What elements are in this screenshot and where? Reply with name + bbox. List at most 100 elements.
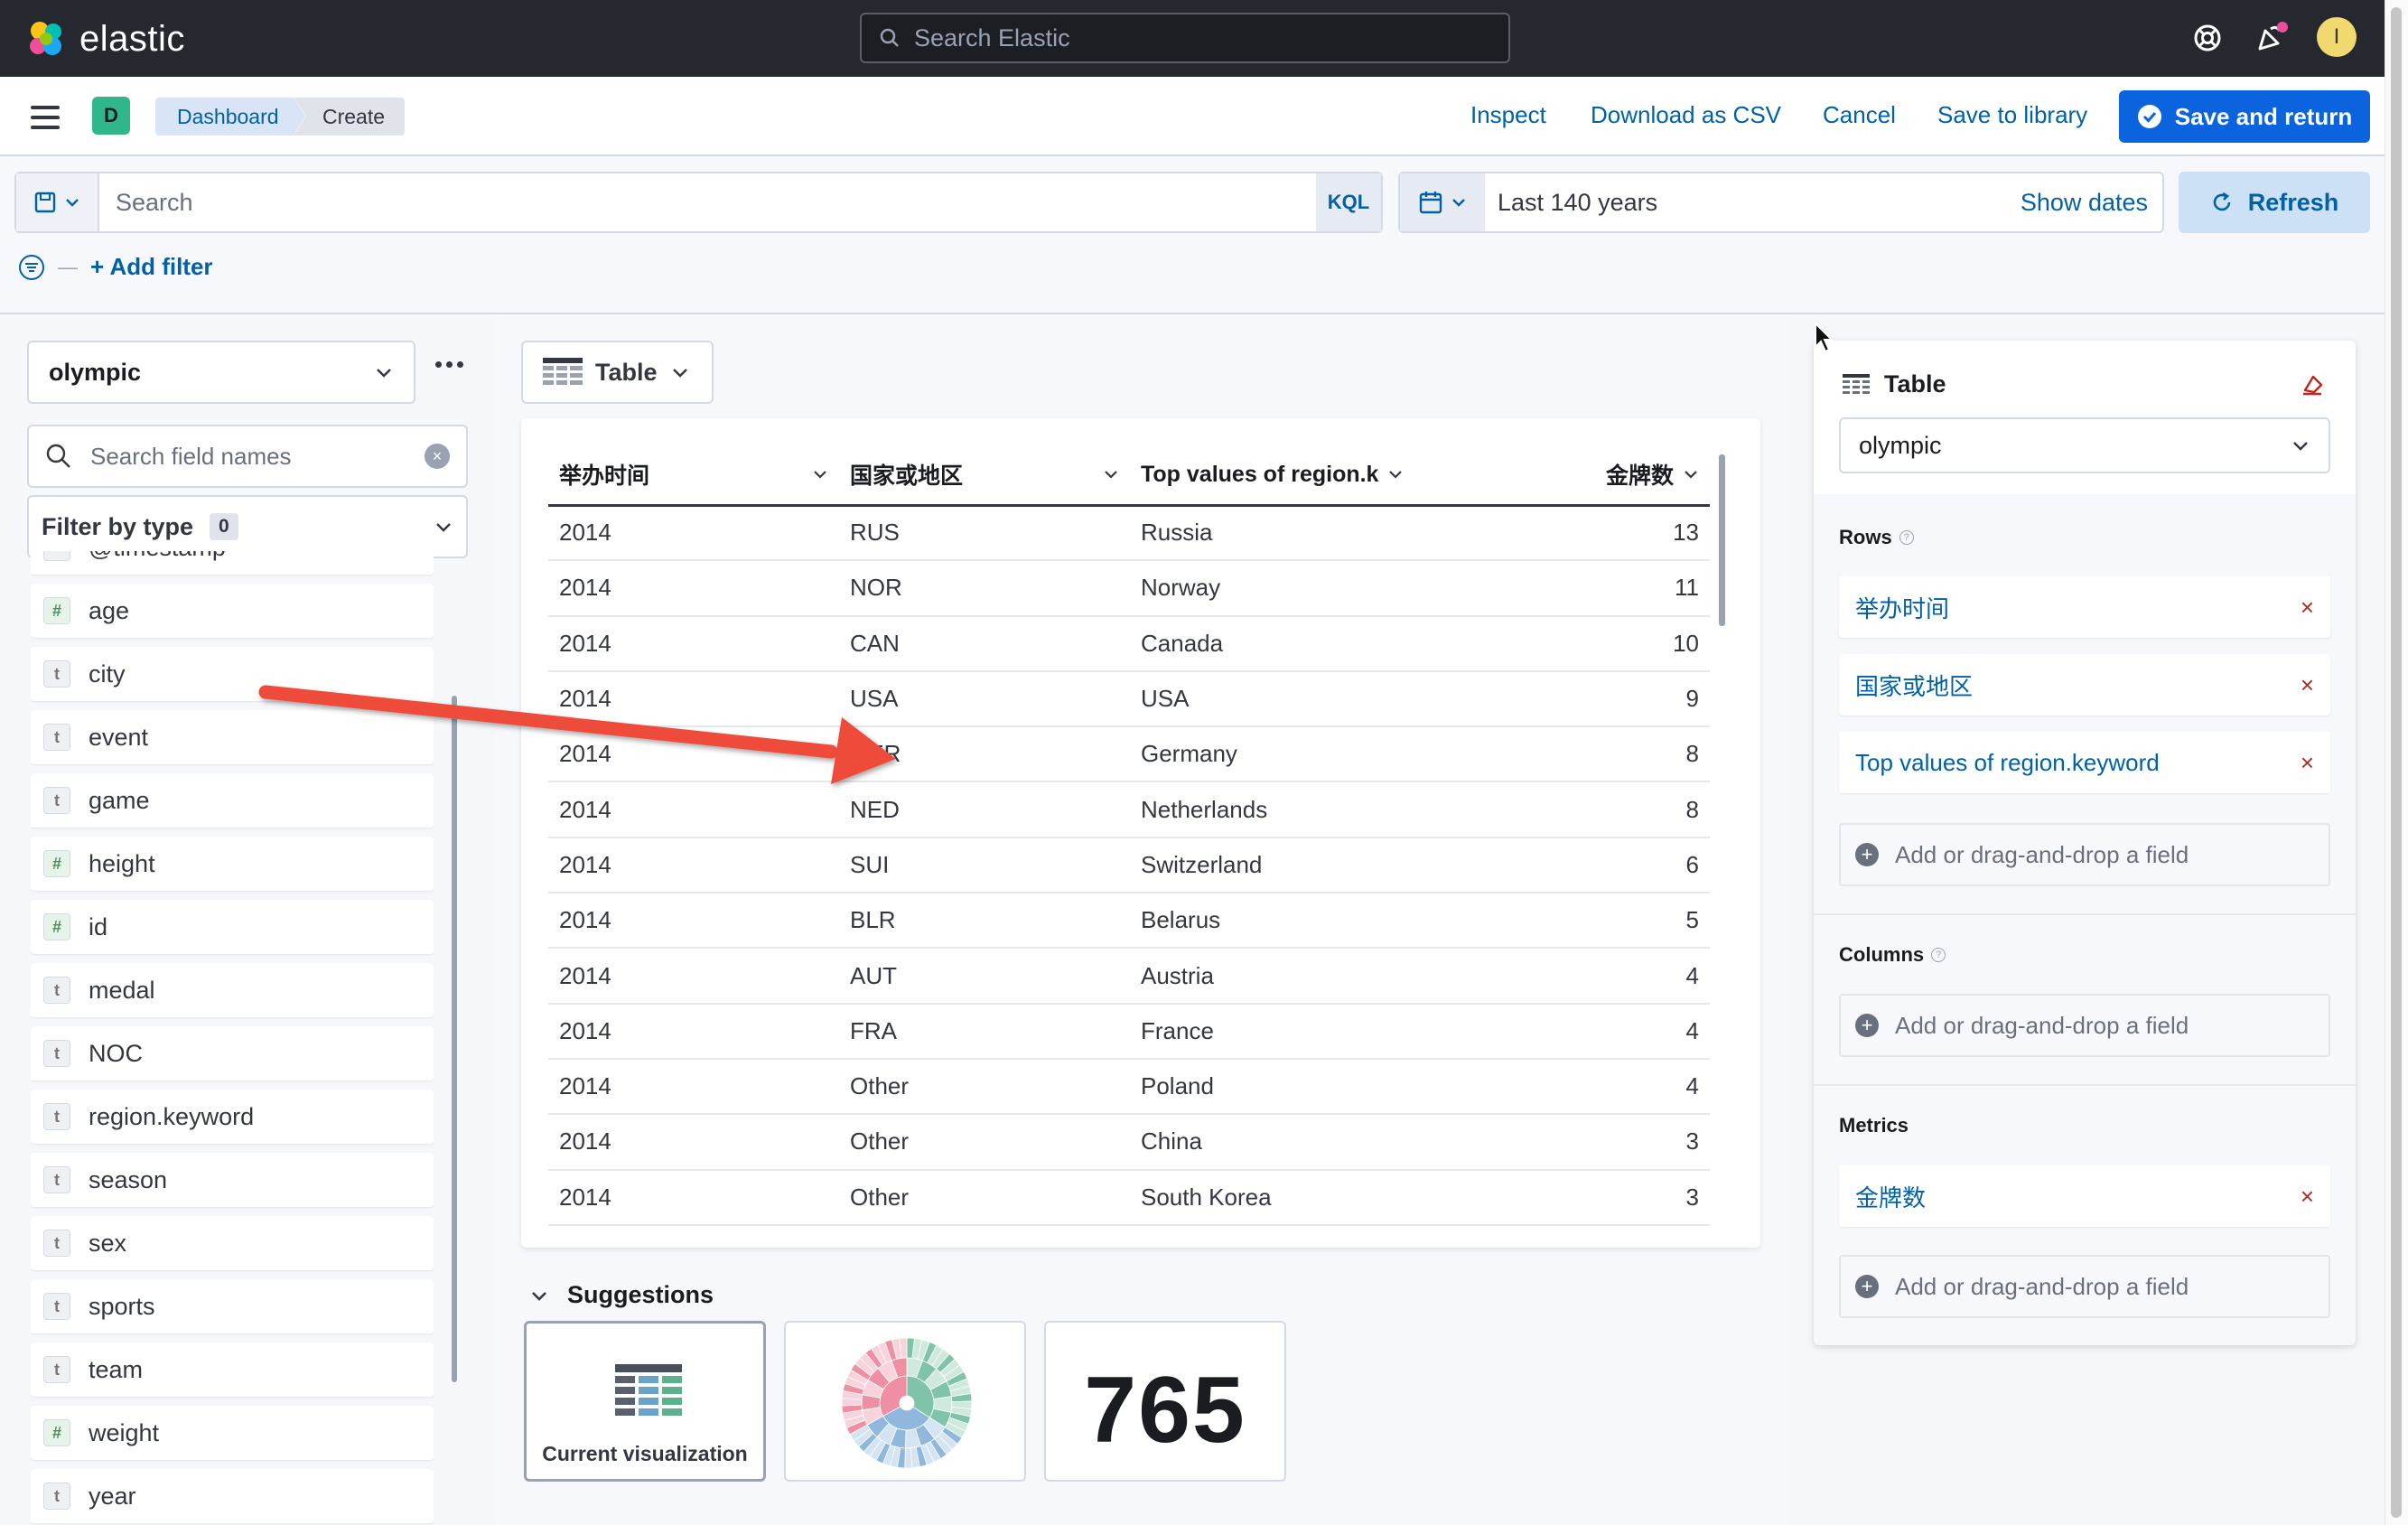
- table-scrollbar[interactable]: [1719, 454, 1725, 626]
- field-item[interactable]: # height: [31, 837, 434, 891]
- column-header-top-values[interactable]: Top values of region.k: [1130, 445, 1509, 507]
- chevron-down-icon[interactable]: [1103, 466, 1119, 482]
- column-header-gold-count[interactable]: 金牌数: [1509, 445, 1710, 507]
- show-dates-link[interactable]: Show dates: [2021, 189, 2162, 217]
- help-icon[interactable]: ?: [1899, 530, 1914, 545]
- add-row-field-button[interactable]: + Add or drag-and-drop a field: [1839, 823, 2330, 886]
- mouse-cursor-icon: [1815, 322, 1834, 353]
- clear-layer-icon[interactable]: [2300, 372, 2325, 398]
- add-metric-field-button[interactable]: + Add or drag-and-drop a field: [1839, 1255, 2330, 1318]
- field-item[interactable]: # age: [31, 584, 434, 638]
- breadcrumb-dashboard[interactable]: Dashboard: [155, 98, 306, 136]
- elastic-logo-icon: [30, 22, 61, 55]
- suggestions-toggle[interactable]: Suggestions: [529, 1281, 714, 1309]
- table-cell: USA: [1130, 670, 1509, 728]
- field-item[interactable]: t team: [31, 1343, 434, 1397]
- string-type-icon: t: [43, 1166, 70, 1193]
- field-item[interactable]: t sports: [31, 1279, 434, 1333]
- user-avatar[interactable]: I: [2317, 17, 2357, 57]
- plus-icon: +: [1855, 1014, 1879, 1037]
- add-filter-button[interactable]: + Add filter: [90, 253, 213, 281]
- field-item[interactable]: t medal: [31, 963, 434, 1017]
- metric-dimension-gold[interactable]: 金牌数 ×: [1839, 1165, 2330, 1227]
- row-dimension-top-values[interactable]: Top values of region.keyword ×: [1839, 732, 2330, 793]
- table-cell: 2014: [548, 1169, 839, 1226]
- cancel-link[interactable]: Cancel: [1823, 101, 1896, 129]
- table-cell: Norway: [1130, 560, 1509, 617]
- inspect-link[interactable]: Inspect: [1470, 101, 1546, 129]
- rows-section-title: Rows?: [1839, 526, 1914, 549]
- column-header-region[interactable]: 国家或地区: [839, 445, 1130, 507]
- filter-bar: — + Add filter: [18, 253, 213, 281]
- help-icon[interactable]: ?: [1931, 948, 1946, 962]
- field-item[interactable]: t sex: [31, 1216, 434, 1270]
- save-and-return-button[interactable]: Save and return: [2119, 90, 2370, 143]
- chevron-down-icon: [1452, 199, 1465, 207]
- remove-icon[interactable]: ×: [2301, 1183, 2314, 1211]
- saved-query-button[interactable]: [16, 173, 99, 231]
- field-name: region.keyword: [89, 1102, 255, 1130]
- help-icon[interactable]: [2188, 18, 2227, 58]
- field-item[interactable]: # id: [31, 900, 434, 954]
- table-cell: NOR: [839, 560, 1130, 617]
- column-header-year[interactable]: 举办时间: [548, 445, 839, 507]
- table-cell: France: [1130, 1003, 1509, 1060]
- field-item[interactable]: t region.keyword: [31, 1090, 434, 1144]
- metric-value: 765: [1084, 1358, 1246, 1463]
- index-pattern-picker[interactable]: olympic: [27, 341, 415, 404]
- download-csv-link[interactable]: Download as CSV: [1591, 101, 1781, 129]
- field-item[interactable]: t year: [31, 1469, 434, 1523]
- remove-icon[interactable]: ×: [2301, 671, 2314, 699]
- table-row: 2014 Other South Korea 3: [548, 1169, 1710, 1226]
- add-column-field-button[interactable]: + Add or drag-and-drop a field: [1839, 994, 2330, 1057]
- refresh-button[interactable]: Refresh: [2179, 172, 2370, 233]
- suggestion-sunburst[interactable]: [784, 1321, 1026, 1482]
- field-list-scrollbar[interactable]: [452, 696, 457, 1382]
- remove-icon[interactable]: ×: [2301, 749, 2314, 777]
- layer-index-select[interactable]: olympic: [1839, 417, 2330, 473]
- kql-toggle[interactable]: KQL: [1316, 173, 1381, 231]
- save-to-library-link[interactable]: Save to library: [1937, 101, 2087, 129]
- more-options-icon[interactable]: [435, 361, 463, 368]
- chart-type-switcher[interactable]: Table: [521, 341, 714, 404]
- suggestion-current-visualization[interactable]: Current visualization: [524, 1321, 766, 1482]
- quick-menu-button[interactable]: [1400, 173, 1485, 231]
- field-item[interactable]: # weight: [31, 1406, 434, 1460]
- table-cell: China: [1130, 1114, 1509, 1171]
- table-cell: 5: [1509, 893, 1710, 950]
- table-row: 2014 AUT Austria 4: [548, 948, 1710, 1005]
- chevron-down-icon[interactable]: [1387, 466, 1404, 482]
- refresh-label: Refresh: [2247, 188, 2339, 216]
- field-search-input[interactable]: Search field names ×: [27, 425, 468, 488]
- table-row: 2014 RUS Russia 13: [548, 505, 1710, 562]
- table-cell: 2014: [548, 505, 839, 562]
- menu-toggle-icon[interactable]: [31, 106, 60, 136]
- field-item[interactable]: @timestamp: [31, 551, 434, 575]
- suggestions-title: Suggestions: [567, 1281, 714, 1308]
- table-body: 2014 RUS Russia 13 2014 NOR Norway 11 2014 CAN Can…: [548, 505, 1710, 1226]
- suggestion-metric[interactable]: 765: [1044, 1321, 1286, 1482]
- time-range-label[interactable]: Last 140 years: [1485, 189, 2021, 217]
- global-search-input[interactable]: Search Elastic: [860, 13, 1510, 63]
- newsfeed-icon[interactable]: [2253, 18, 2292, 58]
- query-bar: Search KQL: [14, 172, 1383, 233]
- row-dimension-year[interactable]: 举办时间 ×: [1839, 576, 2330, 638]
- chevron-down-icon[interactable]: [812, 466, 828, 482]
- table-cell: 8: [1509, 781, 1710, 838]
- remove-icon[interactable]: ×: [2301, 594, 2314, 622]
- filter-by-type-button[interactable]: Filter by type 0: [27, 495, 468, 558]
- window-scrollbar-thumb[interactable]: [2391, 7, 2402, 1518]
- filter-icon[interactable]: [18, 254, 45, 281]
- clear-search-icon[interactable]: ×: [425, 444, 450, 469]
- field-name: sex: [89, 1229, 127, 1257]
- table-cell: Russia: [1130, 505, 1509, 562]
- table-cell: RUS: [839, 505, 1130, 562]
- chevron-down-icon[interactable]: [1683, 466, 1699, 482]
- field-item[interactable]: t season: [31, 1153, 434, 1207]
- row-dimension-region[interactable]: 国家或地区 ×: [1839, 654, 2330, 716]
- table-cell: 6: [1509, 837, 1710, 894]
- query-input[interactable]: Search: [99, 189, 1316, 217]
- elastic-logo[interactable]: elastic: [25, 18, 185, 60]
- field-item[interactable]: t NOC: [31, 1026, 434, 1081]
- space-avatar[interactable]: D: [92, 97, 130, 135]
